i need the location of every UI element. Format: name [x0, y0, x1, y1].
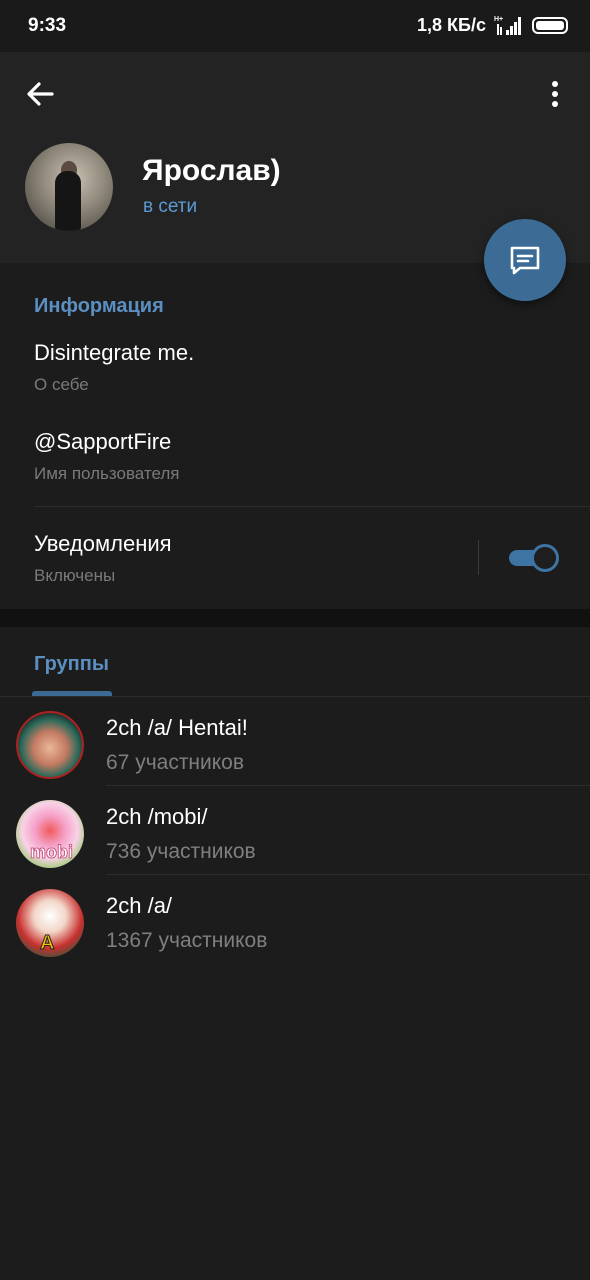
notifications-state: Включены: [34, 566, 116, 585]
toggle-separator: [478, 540, 479, 575]
group-members: 736 участников: [106, 840, 256, 863]
groups-section: Группы 2ch /a/ Hentai! 67 участников mob…: [0, 627, 590, 1280]
status-time: 9:33: [28, 15, 67, 36]
bio-text[interactable]: Disintegrate me.: [34, 340, 194, 366]
group-members: 1367 участников: [106, 929, 268, 952]
tab-groups[interactable]: Группы: [34, 653, 109, 676]
battery-icon: [532, 17, 568, 34]
svg-text:A: A: [40, 932, 54, 954]
info-section-title: Информация: [34, 295, 164, 317]
bio-label: О себе: [34, 375, 89, 394]
network-speed: 1,8 КБ/с: [417, 15, 486, 35]
send-message-button[interactable]: [484, 219, 566, 301]
username-text[interactable]: @SapportFire: [34, 429, 171, 455]
more-menu-icon[interactable]: [540, 76, 570, 112]
group-name: 2ch /a/ Hentai!: [106, 715, 248, 740]
svg-text:mobi: mobi: [30, 842, 73, 862]
group-avatar: mobi: [16, 800, 84, 868]
divider: [34, 506, 590, 507]
group-name: 2ch /mobi/: [106, 804, 208, 829]
username-label: Имя пользователя: [34, 464, 180, 483]
profile-name: Ярослав): [142, 154, 281, 187]
avatar[interactable]: [25, 143, 113, 231]
group-members: 67 участников: [106, 751, 245, 774]
notifications-label[interactable]: Уведомления: [34, 531, 172, 557]
section-gap: [0, 609, 590, 627]
status-bar: 9:33 1,8 КБ/с H+: [0, 0, 590, 52]
signal-icon: H+: [494, 16, 521, 35]
group-name: 2ch /a/: [106, 893, 173, 918]
notifications-toggle[interactable]: [509, 543, 559, 572]
group-item[interactable]: A 2ch /a/ 1367 участников: [0, 875, 590, 964]
group-avatar: [16, 711, 84, 779]
group-item[interactable]: 2ch /a/ Hentai! 67 участников: [0, 697, 590, 786]
group-item[interactable]: mobi 2ch /mobi/ 736 участников: [0, 786, 590, 875]
message-icon: [510, 246, 540, 275]
online-status: в сети: [143, 196, 198, 217]
group-avatar: A: [16, 889, 84, 957]
info-section: Информация Disintegrate me. О себе @Sapp…: [0, 263, 590, 609]
svg-text:H+: H+: [494, 16, 503, 23]
back-arrow-icon[interactable]: [22, 76, 58, 112]
